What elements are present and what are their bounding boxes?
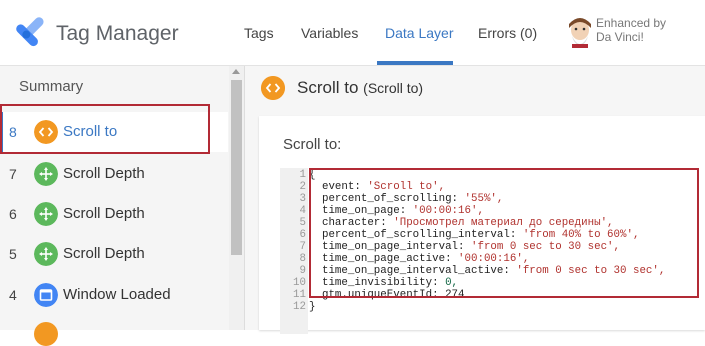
tag-manager-logo-icon: [16, 17, 44, 47]
scroll-up-arrow-icon[interactable]: [232, 69, 240, 74]
scroll-thumb[interactable]: [231, 80, 242, 255]
line-number: 9: [299, 265, 306, 277]
move-icon: [34, 242, 58, 266]
code-line: }: [309, 302, 315, 313]
line-number: 11: [293, 289, 306, 301]
sidebar-event-scroll-depth[interactable]: 6 Scroll Depth: [0, 194, 228, 234]
sidebar-event-scroll-depth[interactable]: 7 Scroll Depth: [0, 154, 228, 194]
line-number: 3: [299, 193, 306, 205]
move-icon: [34, 202, 58, 226]
app-title: Tag Manager: [56, 22, 179, 45]
event-label: Scroll Depth: [63, 245, 145, 262]
line-number: 4: [299, 205, 306, 217]
card-label: Scroll to:: [283, 136, 342, 153]
event-label: Window Loaded: [63, 286, 171, 303]
line-number: 2: [299, 181, 306, 193]
window-icon: [34, 283, 58, 307]
event-title-subtitle: (Scroll to): [363, 80, 424, 96]
line-number: 10: [293, 277, 306, 289]
line-number: 6: [299, 229, 306, 241]
event-number: 7: [9, 166, 17, 182]
sidebar-event-scroll-depth[interactable]: 5 Scroll Depth: [0, 234, 228, 274]
event-label: Scroll Depth: [63, 205, 145, 222]
line-number: 12: [293, 301, 306, 313]
top-bar: Tag Manager Tags Variables Data Layer Er…: [0, 0, 705, 66]
code-highlight-box: [309, 168, 699, 298]
tab-errors[interactable]: Errors (0): [478, 25, 537, 41]
line-number: 1: [299, 169, 306, 181]
summary-item[interactable]: Summary: [19, 78, 83, 95]
event-number: 4: [9, 287, 17, 303]
enhanced-line1: Enhanced by: [596, 16, 667, 30]
event-number: 5: [9, 246, 17, 262]
event-number: 6: [9, 206, 17, 222]
enhanced-line2: Da Vinci!: [596, 30, 644, 44]
line-number: 5: [299, 217, 306, 229]
tab-variables[interactable]: Variables: [301, 25, 358, 41]
enhanced-by-label: Enhanced by Da Vinci!: [596, 16, 666, 44]
davinci-avatar-icon: [569, 18, 591, 48]
line-number: 8: [299, 253, 306, 265]
sidebar-scrollbar[interactable]: [229, 66, 244, 330]
event-title: Scroll to (Scroll to): [297, 78, 423, 98]
sidebar-highlight-box: [0, 104, 210, 154]
sidebar-event-window-loaded[interactable]: 4 Window Loaded: [0, 275, 228, 315]
move-icon: [34, 162, 58, 186]
line-number: 7: [299, 241, 306, 253]
active-tab-indicator: [377, 61, 453, 65]
event-title-text: Scroll to: [297, 78, 359, 97]
tab-tags[interactable]: Tags: [244, 25, 274, 41]
tab-data-layer[interactable]: Data Layer: [385, 25, 453, 41]
code-key: }: [309, 301, 316, 313]
partial-event-icon: [34, 322, 58, 346]
code-icon: [261, 76, 285, 100]
event-label: Scroll Depth: [63, 165, 145, 182]
